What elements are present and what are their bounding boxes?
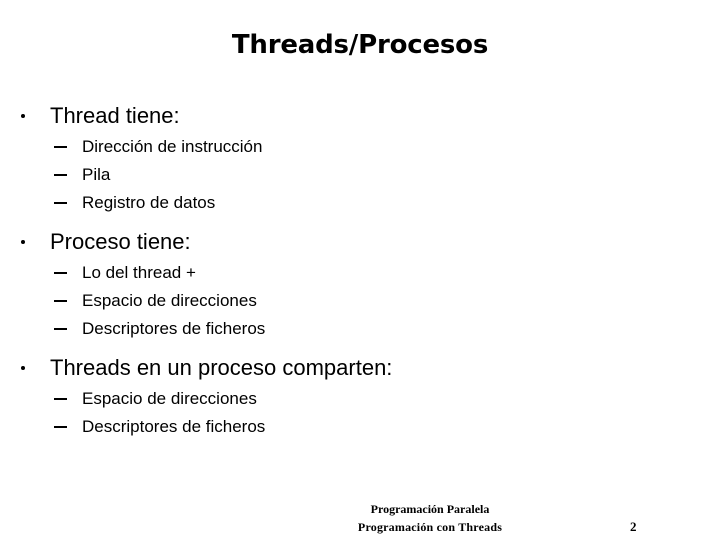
bullet-dash-icon — [54, 398, 67, 400]
page-number: 2 — [630, 519, 637, 534]
bullet-item-level1: Thread tiene: — [0, 98, 700, 133]
bullet-group: Threads en un proceso comparten: Espacio… — [0, 350, 700, 441]
bullet-dash-icon — [54, 300, 67, 302]
bullet-dash-icon — [54, 272, 67, 274]
bullet-item-label: Pila — [82, 165, 111, 184]
bullet-dash-icon — [54, 328, 67, 330]
footer-text: Programación Paralela Programación con T… — [245, 500, 615, 536]
bullet-group: Proceso tiene: Lo del thread + Espacio d… — [0, 224, 700, 343]
bullet-item-label: Dirección de instrucción — [82, 137, 263, 156]
bullet-item-level2: Registro de datos — [0, 189, 700, 217]
slide-footer: Programación Paralela Programación con T… — [0, 500, 720, 540]
bullet-dash-icon — [54, 426, 67, 428]
bullet-item-level2: Lo del thread + — [0, 259, 700, 287]
bullet-item-level1: Proceso tiene: — [0, 224, 700, 259]
bullet-dash-icon — [54, 202, 67, 204]
footer-line-topic: Programación con Threads — [357, 520, 503, 534]
bullet-dot-icon — [21, 114, 25, 118]
bullet-group: Thread tiene: Dirección de instrucción P… — [0, 98, 700, 217]
bullet-dot-icon — [21, 366, 25, 370]
slide: Threads/Procesos Thread tiene: Dirección… — [0, 0, 720, 540]
bullet-item-level2: Espacio de direcciones — [0, 385, 700, 413]
bullet-item-label: Espacio de direcciones — [82, 291, 257, 310]
bullet-item-label: Descriptores de ficheros — [82, 417, 266, 436]
bullet-item-label: Espacio de direcciones — [82, 389, 257, 408]
bullet-item-level2: Dirección de instrucción — [0, 133, 700, 161]
bullet-item-label: Registro de datos — [82, 193, 216, 212]
bullet-item-label: Proceso tiene: — [50, 229, 191, 254]
bullet-item-label: Thread tiene: — [50, 103, 180, 128]
slide-body: Thread tiene: Dirección de instrucción P… — [0, 98, 700, 441]
bullet-item-level1: Threads en un proceso comparten: — [0, 350, 700, 385]
bullet-dash-icon — [54, 146, 67, 148]
bullet-item-level2: Espacio de direcciones — [0, 287, 700, 315]
bullet-item-label: Descriptores de ficheros — [82, 319, 266, 338]
footer-line-course: Programación Paralela — [370, 502, 490, 516]
bullet-item-label: Lo del thread + — [82, 263, 196, 282]
bullet-dash-icon — [54, 174, 67, 176]
bullet-item-label: Threads en un proceso comparten: — [50, 355, 393, 380]
bullet-dot-icon — [21, 240, 25, 244]
page-title: Threads/Procesos — [231, 30, 489, 60]
bullet-item-level2: Descriptores de ficheros — [0, 413, 700, 441]
bullet-item-level2: Descriptores de ficheros — [0, 315, 700, 343]
bullet-item-level2: Pila — [0, 161, 700, 189]
